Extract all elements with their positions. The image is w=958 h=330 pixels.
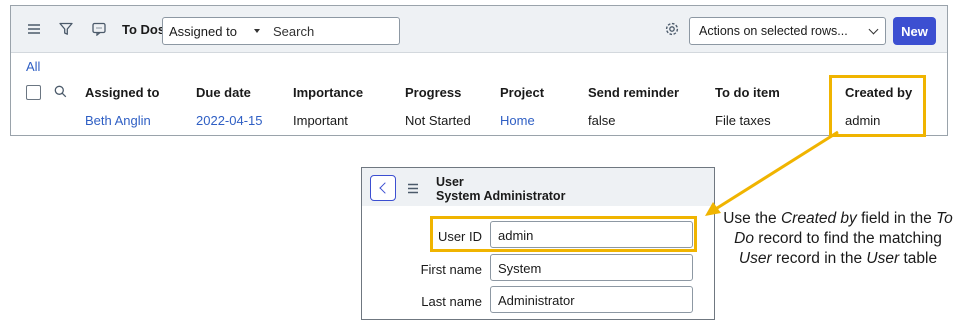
annotation-part: field in the (856, 210, 937, 227)
annotation-part: Use the (723, 210, 781, 227)
annotation-text: Use the Created by field in the To Do re… (722, 209, 954, 269)
annotation-part: record in the (771, 250, 867, 267)
annotation-part: table (899, 250, 938, 267)
annotation-emphasis: Created by (780, 210, 857, 227)
annotation-emphasis: User (738, 250, 772, 267)
annotation-part: record to find the matching (754, 230, 942, 247)
annotation-emphasis: User (866, 250, 900, 267)
connector-arrow (705, 130, 839, 216)
